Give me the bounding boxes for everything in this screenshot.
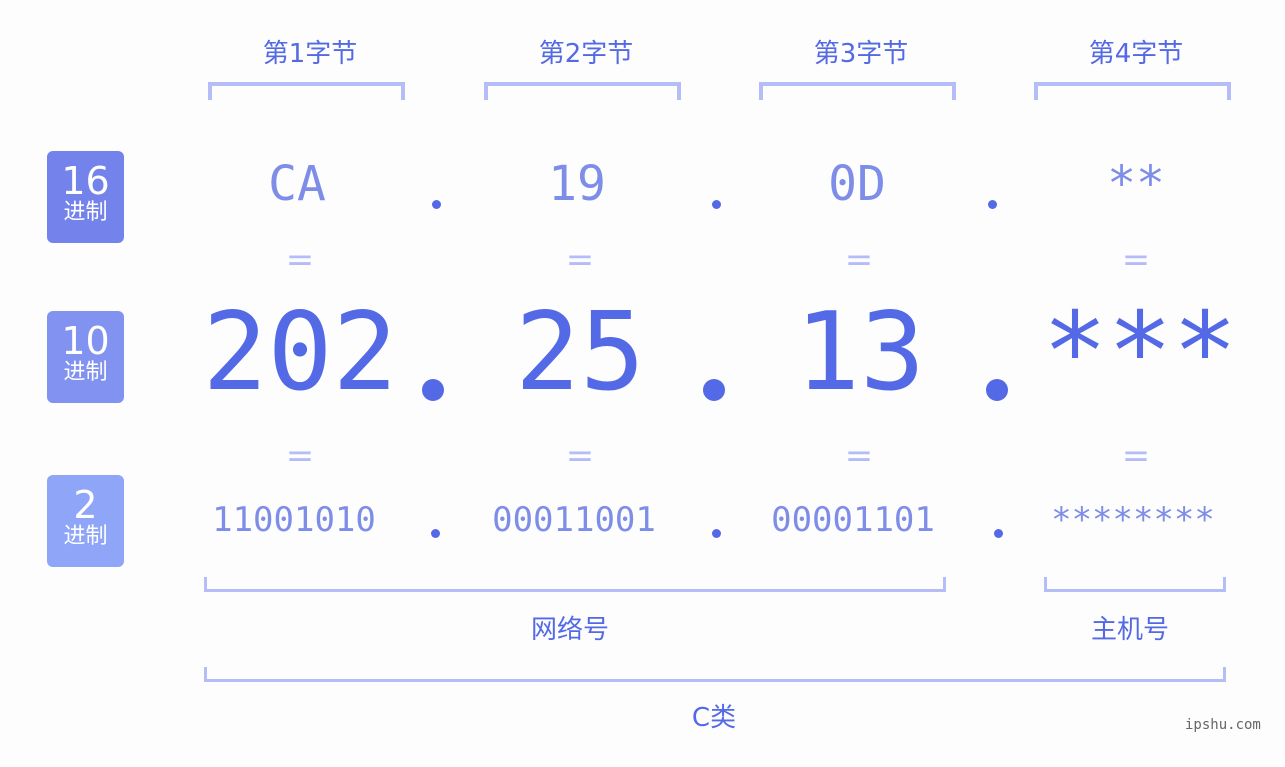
byte-2-bracket xyxy=(484,82,681,100)
hex-byte-1: CA xyxy=(268,156,326,212)
byte-3-bracket xyxy=(759,82,956,100)
bin-separator-dot xyxy=(994,529,1003,538)
dec-badge: 10 进制 xyxy=(47,311,124,403)
bin-byte-2: 00011001 xyxy=(492,500,656,540)
equals-sign: = xyxy=(1121,240,1151,280)
network-label: 网络号 xyxy=(530,615,609,645)
byte-4-bracket xyxy=(1034,82,1231,100)
hex-separator-dot xyxy=(432,200,441,209)
hex-separator-dot xyxy=(712,200,721,209)
byte-2-label: 第2字节 xyxy=(538,39,634,69)
bin-byte-3: 00001101 xyxy=(771,500,935,540)
byte-1-label: 第1字节 xyxy=(262,39,358,69)
dec-badge-num: 10 xyxy=(61,319,110,363)
class-label: C类 xyxy=(691,703,737,733)
bin-byte-1: 11001010 xyxy=(212,500,376,540)
bin-byte-4: ******** xyxy=(1051,500,1215,540)
hex-byte-3: 0D xyxy=(828,156,886,212)
equals-sign: = xyxy=(285,436,315,476)
equals-sign: = xyxy=(1121,436,1151,476)
bin-badge: 2 进制 xyxy=(47,475,124,567)
bin-badge-sub: 进制 xyxy=(63,524,108,549)
class-bracket xyxy=(204,667,1226,682)
hex-byte-2: 19 xyxy=(548,156,606,212)
dec-byte-1: 202 xyxy=(202,290,398,415)
dec-separator-dot xyxy=(703,379,725,401)
byte-4-label: 第4字节 xyxy=(1088,39,1184,69)
dec-badge-sub: 进制 xyxy=(63,360,108,385)
hex-badge-sub: 进制 xyxy=(63,200,108,225)
hex-byte-4: ** xyxy=(1107,156,1165,212)
dec-separator-dot xyxy=(986,379,1008,401)
host-bracket xyxy=(1044,577,1226,592)
network-bracket xyxy=(204,577,946,592)
equals-sign: = xyxy=(565,240,595,280)
bin-separator-dot xyxy=(431,529,440,538)
byte-1-bracket xyxy=(208,82,405,100)
dec-separator-dot xyxy=(422,379,444,401)
bin-separator-dot xyxy=(712,529,721,538)
host-label: 主机号 xyxy=(1090,615,1169,645)
watermark: ipshu.com xyxy=(1185,717,1261,733)
hex-badge-num: 16 xyxy=(61,159,110,203)
equals-sign: = xyxy=(844,436,874,476)
equals-sign: = xyxy=(565,436,595,476)
byte-3-label: 第3字节 xyxy=(813,39,909,69)
dec-byte-2: 25 xyxy=(514,290,646,415)
bin-badge-num: 2 xyxy=(73,483,98,527)
dec-byte-4: *** xyxy=(1042,290,1238,415)
equals-sign: = xyxy=(844,240,874,280)
hex-separator-dot xyxy=(988,200,997,209)
dec-byte-3: 13 xyxy=(794,290,926,415)
equals-sign: = xyxy=(285,240,315,280)
hex-badge: 16 进制 xyxy=(47,151,124,243)
